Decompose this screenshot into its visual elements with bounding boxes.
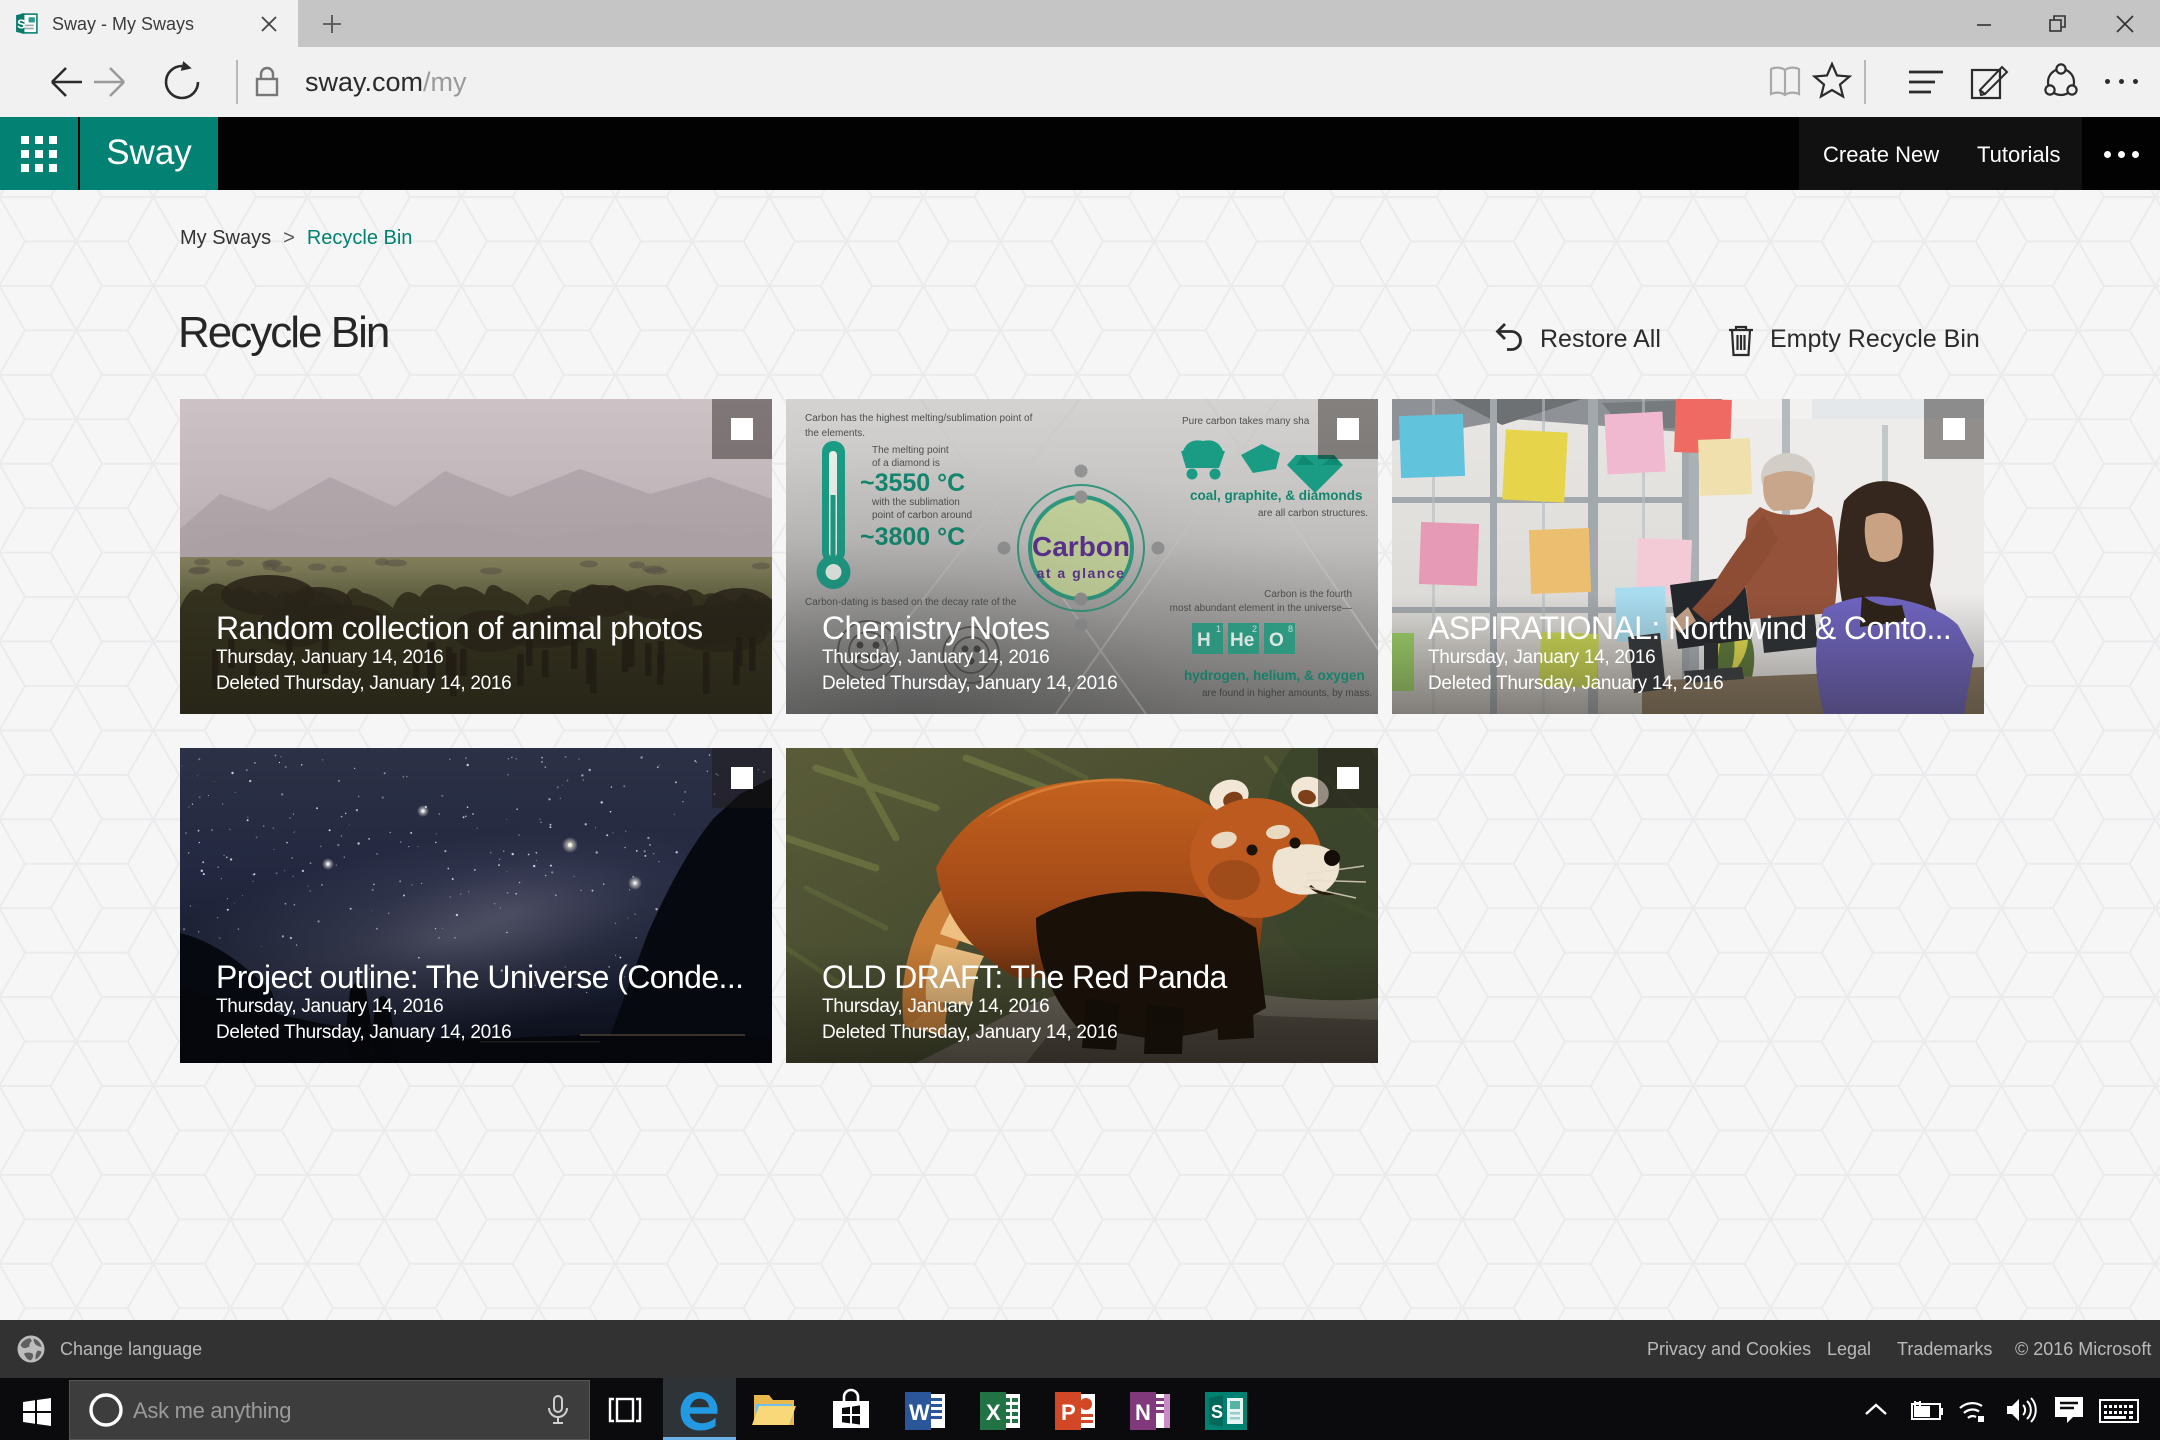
svg-text:N: N [1135,1400,1151,1425]
svg-text:P: P [1061,1400,1076,1425]
svg-text:X: X [986,1400,1001,1425]
svg-text:S: S [17,18,25,32]
svg-text:S: S [1211,1402,1223,1422]
svg-text:W: W [909,1400,930,1425]
